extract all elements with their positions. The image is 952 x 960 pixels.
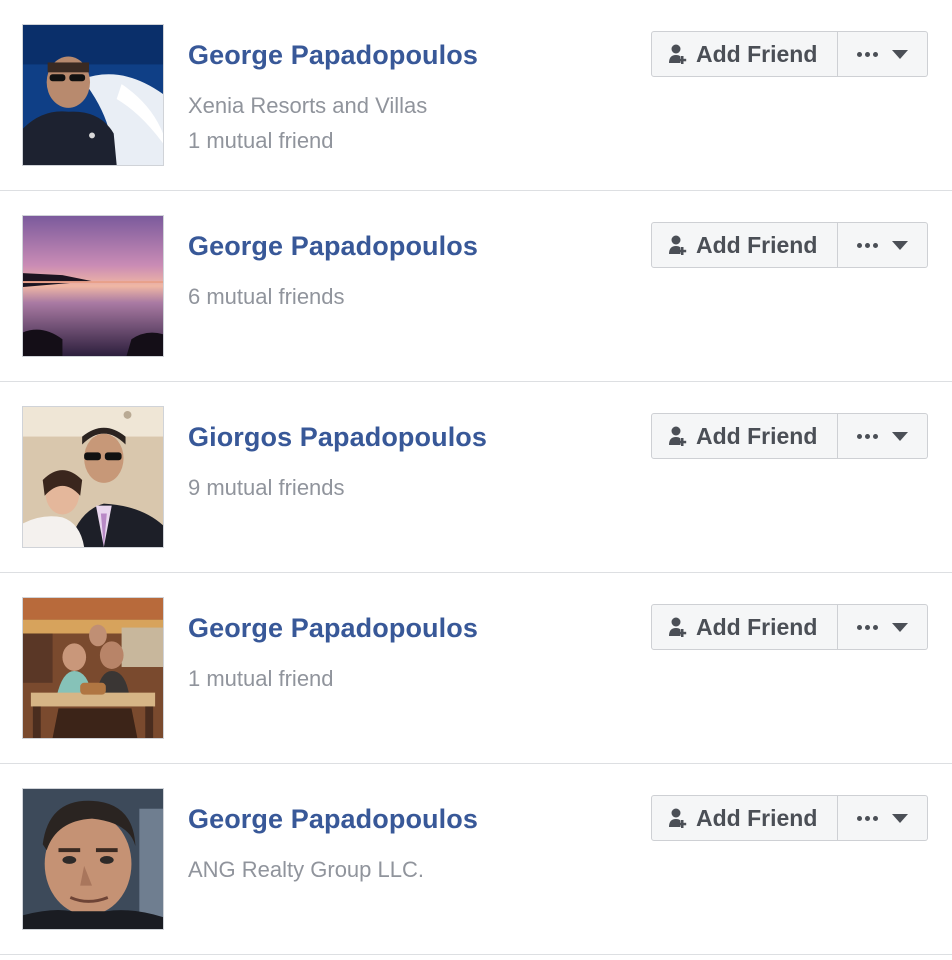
mutual-friends-link[interactable]: 1 mutual friend [188,666,334,692]
mutual-friends-link[interactable]: 6 mutual friends [188,284,345,310]
caret-down-icon [892,49,908,59]
add-friend-label: Add Friend [696,422,818,449]
add-friend-icon [668,806,690,830]
add-friend-icon [668,42,690,66]
profile-name-link[interactable]: Giorgos Papadopoulos [188,422,487,453]
add-friend-icon [668,233,690,257]
friend-actions: Add Friend [651,795,928,841]
friend-actions: Add Friend [651,222,928,268]
more-dots-icon [857,433,878,439]
search-results-list: George Papadopoulos Xenia Resorts and Vi… [0,0,952,955]
more-options-button[interactable] [838,795,928,841]
add-friend-label: Add Friend [696,231,818,258]
profile-name-link[interactable]: George Papadopoulos [188,804,478,835]
mutual-friends-link[interactable]: 9 mutual friends [188,475,345,501]
workplace-text: Xenia Resorts and Villas [188,93,428,118]
profile-photo[interactable] [22,597,164,739]
profile-photo[interactable] [22,215,164,357]
add-friend-icon [668,424,690,448]
add-friend-label: Add Friend [696,40,818,67]
add-friend-button[interactable]: Add Friend [651,31,838,77]
add-friend-icon [668,615,690,639]
profile-photo[interactable] [22,788,164,930]
add-friend-button[interactable]: Add Friend [651,222,838,268]
caret-down-icon [892,622,908,632]
friend-actions: Add Friend [651,413,928,459]
profile-name-link[interactable]: George Papadopoulos [188,613,478,644]
profile-name-link[interactable]: George Papadopoulos [188,40,478,71]
caret-down-icon [892,813,908,823]
more-options-button[interactable] [838,222,928,268]
add-friend-button[interactable]: Add Friend [651,604,838,650]
more-dots-icon [857,51,878,57]
friend-actions: Add Friend [651,604,928,650]
mutual-friends-link[interactable]: 1 mutual friend [188,128,334,154]
profile-name-link[interactable]: George Papadopoulos [188,231,478,262]
caret-down-icon [892,240,908,250]
profile-photo[interactable] [22,406,164,548]
more-dots-icon [857,242,878,248]
add-friend-button[interactable]: Add Friend [651,413,838,459]
more-dots-icon [857,815,878,821]
add-friend-label: Add Friend [696,804,818,831]
caret-down-icon [892,431,908,441]
result-row: George Papadopoulos 1 mutual friend Add … [0,573,952,764]
more-options-button[interactable] [838,31,928,77]
result-row: George Papadopoulos 6 mutual friends Add… [0,191,952,382]
result-row: George Papadopoulos ANG Realty Group LLC… [0,764,952,955]
more-options-button[interactable] [838,604,928,650]
result-row: Giorgos Papadopoulos 9 mutual friends Ad… [0,382,952,573]
profile-photo[interactable] [22,24,164,166]
add-friend-button[interactable]: Add Friend [651,795,838,841]
workplace-text: ANG Realty Group LLC. [188,857,424,882]
more-dots-icon [857,624,878,630]
more-options-button[interactable] [838,413,928,459]
friend-actions: Add Friend [651,31,928,77]
add-friend-label: Add Friend [696,613,818,640]
result-row: George Papadopoulos Xenia Resorts and Vi… [0,0,952,191]
